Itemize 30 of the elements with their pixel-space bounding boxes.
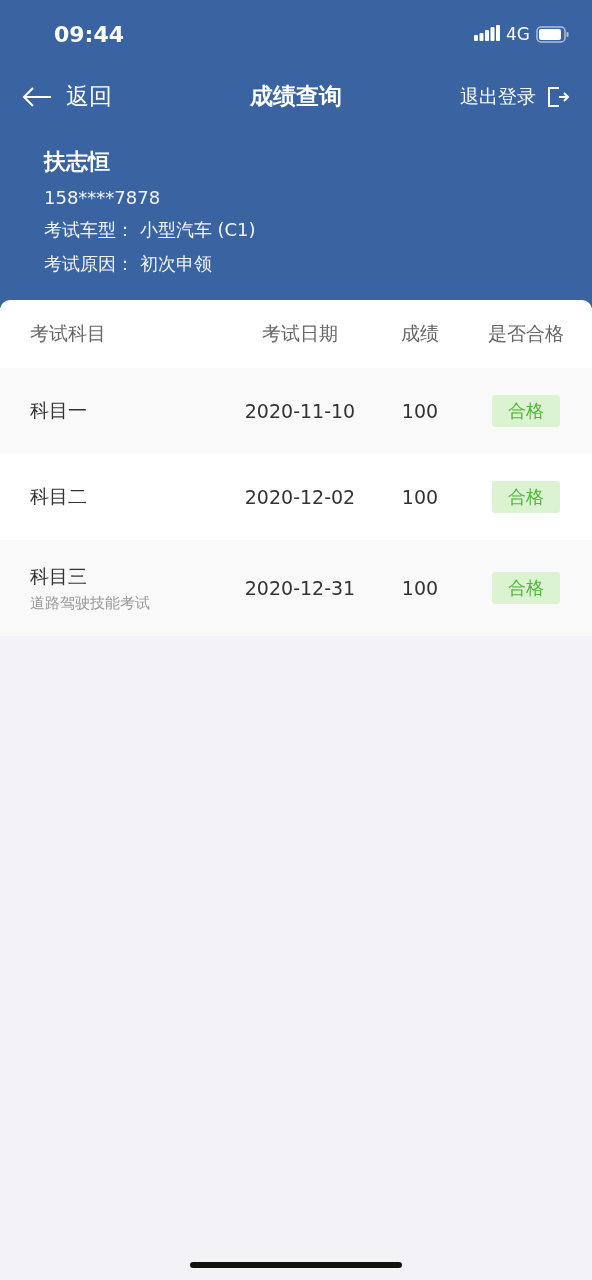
score-value: 100 <box>400 400 440 422</box>
subject-note: 道路驾驶技能考试 <box>30 593 151 613</box>
user-name: 扶志恒 <box>44 148 111 176</box>
battery-icon <box>536 25 570 43</box>
back-button[interactable]: 返回 <box>22 81 112 112</box>
exam-date: 2020-12-02 <box>243 486 357 508</box>
signal-icon <box>474 25 500 43</box>
status-time: 09:44 <box>54 21 126 47</box>
exam-date: 2020-11-10 <box>243 400 357 422</box>
subject-name: 科目二 <box>30 484 88 509</box>
subject-name: 科目三 <box>30 563 88 589</box>
back-arrow-icon <box>22 85 52 108</box>
info-line: 考试车型： 小型汽车 (C1) <box>44 218 257 242</box>
score-value: 100 <box>400 577 440 599</box>
page-title: 成绩查询 <box>250 83 342 109</box>
logout-button[interactable]: 退出登录 <box>460 83 570 110</box>
score-value: 100 <box>400 486 440 508</box>
exam-date: 2020-12-31 <box>243 577 357 599</box>
result-tag: 合格 <box>492 395 560 427</box>
logout-icon <box>546 84 570 109</box>
phone-number: 158****7878 <box>44 187 162 208</box>
subject-name: 科目一 <box>30 398 88 423</box>
column-header: 是否合格 <box>487 321 565 346</box>
result-tag: 合格 <box>492 572 560 604</box>
column-header: 考试日期 <box>261 321 339 346</box>
info-line: 考试原因： 初次申领 <box>44 252 213 276</box>
network-label: 4G <box>506 24 530 44</box>
column-header: 考试科目 <box>30 321 107 346</box>
result-tag: 合格 <box>492 481 560 513</box>
column-header: 成绩 <box>400 321 440 346</box>
